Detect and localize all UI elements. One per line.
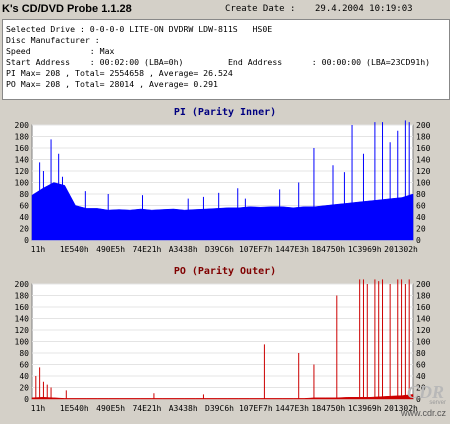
po-ytick-left: 200 xyxy=(15,280,30,289)
po-ytick-right: 200 xyxy=(416,280,431,289)
pi-ytick-right: 0 xyxy=(416,236,421,245)
po-ytick-left: 160 xyxy=(15,303,30,312)
watermark: CDR server www.cdr.cz xyxy=(380,382,448,422)
window-title: K's CD/DVD Probe 1.1.28 xyxy=(2,3,132,15)
pi-ytick-right: 20 xyxy=(416,225,426,234)
po-ytick-left: 60 xyxy=(19,361,29,370)
pi-ytick-left: 40 xyxy=(19,213,29,222)
pi-ytick-right: 120 xyxy=(416,167,431,176)
pi-ytick-left: 0 xyxy=(24,236,29,245)
pi-xtick: 11h xyxy=(31,245,46,254)
app-window: K's CD/DVD Probe 1.1.28 Create Date : 29… xyxy=(0,0,450,424)
pi-xtick: D39C6h xyxy=(205,245,234,254)
po-ytick-right: 100 xyxy=(416,338,431,347)
pi-ytick-right: 100 xyxy=(416,179,431,188)
pi-xtick: 1447E3h xyxy=(275,245,309,254)
pi-chart: 0 0 20 20 40 40 60 60 80 80 100 100 120 120 140 140 160 1… xyxy=(15,120,431,254)
pi-xtick: 1E540h xyxy=(60,245,89,254)
po-ytick-left: 40 xyxy=(19,372,29,381)
po-xtick: 1E540h xyxy=(60,404,89,413)
pi-ytick-left: 140 xyxy=(15,156,30,165)
pi-ytick-right: 160 xyxy=(416,144,431,153)
po-ytick-left: 100 xyxy=(15,338,30,347)
pi-xtick: 74E21h xyxy=(132,245,161,254)
pi-ytick-left: 200 xyxy=(15,121,30,130)
pi-ytick-right: 180 xyxy=(416,133,431,142)
po-xtick: 1447E3h xyxy=(275,404,309,413)
po-ytick-right: 180 xyxy=(416,292,431,301)
pi-ytick-right: 80 xyxy=(416,190,426,199)
pi-chart-panel: PI (Parity Inner) 0 0 20 20 40 40 60 60 80 80 100 1… xyxy=(0,103,450,261)
po-ytick-left: 140 xyxy=(15,315,30,324)
po-xtick: 107EF7h xyxy=(239,404,273,413)
pi-ytick-left: 100 xyxy=(15,179,30,188)
po-summary: PO Max= 208 , Total= 28014 , Average= 0.… xyxy=(6,79,218,89)
po-xtick: 184750h xyxy=(312,404,346,413)
po-ytick-left: 20 xyxy=(19,384,29,393)
pi-ytick-left: 20 xyxy=(19,225,29,234)
po-xtick: A3438h xyxy=(169,404,198,413)
po-xtick: 1C3969h xyxy=(348,404,382,413)
pi-ytick-right: 200 xyxy=(416,121,431,130)
pi-ytick-right: 60 xyxy=(416,202,426,211)
pi-xtick: A3438h xyxy=(169,245,198,254)
pi-ytick-left: 80 xyxy=(19,190,29,199)
po-ytick-right: 160 xyxy=(416,303,431,312)
end-address: End Address : 00:00:00 (LBA=23CD91h) xyxy=(228,57,431,67)
po-chart: 0 020 2040 4060 6080 80100 100120 120140 140160 1… xyxy=(15,279,431,413)
pi-ytick-left: 120 xyxy=(15,167,30,176)
po-ytick-right: 60 xyxy=(416,361,426,370)
pi-xtick: 1C3969h xyxy=(348,245,382,254)
watermark-url: www.cdr.cz xyxy=(400,408,446,418)
pi-xtick: 107EF7h xyxy=(239,245,273,254)
po-ytick-right: 140 xyxy=(416,315,431,324)
po-ytick-left: 180 xyxy=(15,292,30,301)
pi-ytick-left: 160 xyxy=(15,144,30,153)
pi-ytick-right: 140 xyxy=(416,156,431,165)
info-panel: Selected Drive : 0-0-0-0 LITE-ON DVDRW L… xyxy=(2,19,450,100)
create-date-value: 29.4.2004 10:19:03 xyxy=(315,4,413,14)
pi-ytick-left: 180 xyxy=(15,133,30,142)
po-ytick-right: 40 xyxy=(416,372,426,381)
create-date-label: Create Date : xyxy=(225,4,296,14)
po-ytick-right: 80 xyxy=(416,349,426,358)
po-chart-panel: PO (Parity Outer) 0 0 20 20 40 40 60 60 80 80 100 1… xyxy=(0,262,450,420)
pi-xtick: 184750h xyxy=(312,245,346,254)
watermark-sub: server xyxy=(429,400,446,406)
po-ytick-left: 120 xyxy=(15,326,30,335)
pi-xtick: 490E5h xyxy=(96,245,125,254)
po-xtick: 11h xyxy=(31,404,46,413)
po-ytick-right: 120 xyxy=(416,326,431,335)
pi-ytick-left: 60 xyxy=(19,202,29,211)
po-xtick: 490E5h xyxy=(96,404,125,413)
po-xtick: D39C6h xyxy=(205,404,234,413)
po-ytick-left: 0 xyxy=(24,395,29,404)
pi-ytick-right: 40 xyxy=(416,213,426,222)
po-xtick: 74E21h xyxy=(132,404,161,413)
po-ytick-left: 80 xyxy=(19,349,29,358)
pi-xtick: 201302h xyxy=(384,245,418,254)
